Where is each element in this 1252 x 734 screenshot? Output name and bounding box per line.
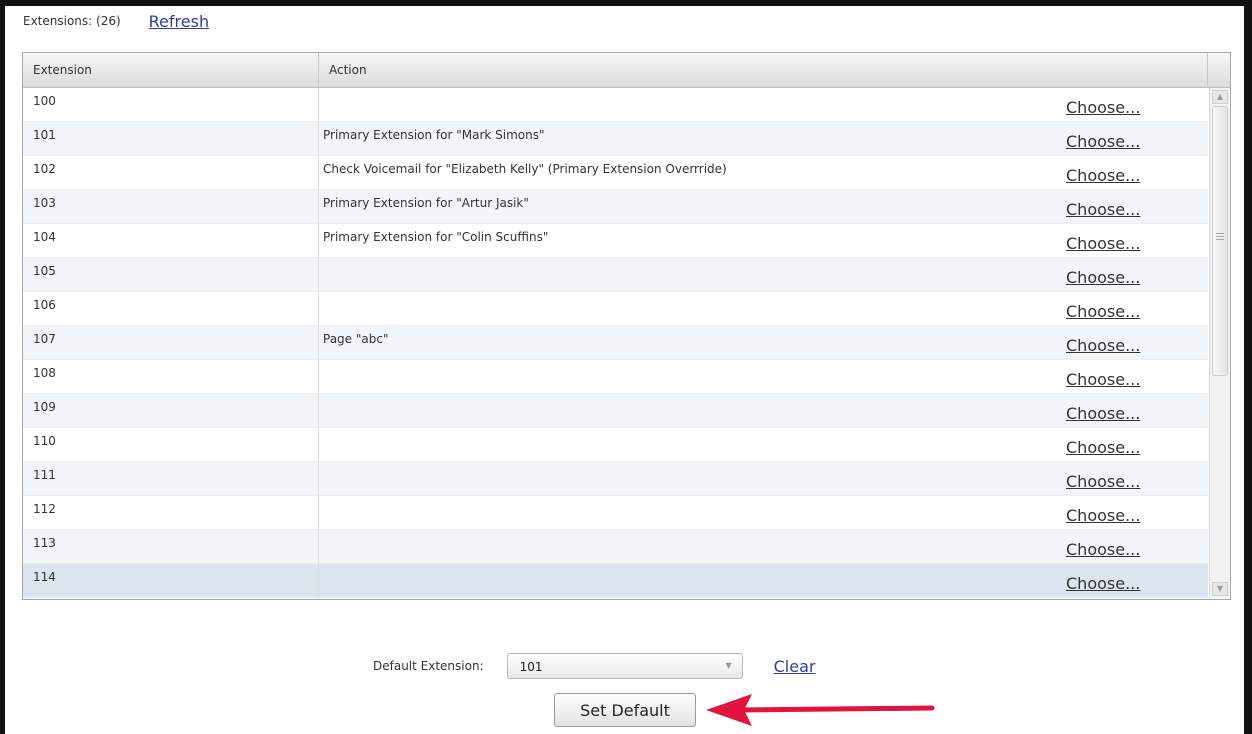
choose-link[interactable]: Choose... [1066, 166, 1140, 185]
chevron-down-icon: ▼ [725, 661, 732, 670]
column-header-extension[interactable]: Extension [23, 53, 319, 87]
extensions-count: Extensions: (26) [23, 14, 121, 28]
table-row[interactable]: 109 Choose... [23, 394, 1208, 428]
top-border [0, 0, 1252, 6]
scrollbar-thumb[interactable] [1212, 106, 1228, 376]
grip-icon [1216, 233, 1224, 234]
choose-link[interactable]: Choose... [1066, 506, 1140, 525]
choose-link[interactable]: Choose... [1066, 268, 1140, 287]
choose-link[interactable]: Choose... [1066, 98, 1140, 117]
clear-link[interactable]: Clear [774, 657, 816, 676]
extension-cell: 114 [23, 564, 319, 598]
choose-link[interactable]: Choose... [1066, 540, 1140, 559]
extensions-header: Extensions: (26) Refresh [23, 10, 209, 32]
table-row[interactable]: 104 Primary Extension for "Colin Scuffins… [23, 224, 1208, 258]
extension-cell: 111 [23, 462, 319, 496]
table-row[interactable]: 112 Choose... [23, 496, 1208, 530]
extension-cell: 107 [23, 326, 319, 360]
extension-cell: 108 [23, 360, 319, 394]
table-row[interactable]: 107 Page "abc" Choose... [23, 326, 1208, 360]
table-row[interactable]: 111 Choose... [23, 462, 1208, 496]
table-row[interactable]: 101 Primary Extension for "Mark Simons" Ch… [23, 122, 1208, 156]
scroll-up-icon[interactable]: ▲ [1212, 90, 1228, 104]
extension-cell: 105 [23, 258, 319, 292]
choose-link[interactable]: Choose... [1066, 336, 1140, 355]
choose-link[interactable]: Choose... [1066, 472, 1140, 491]
choose-link[interactable]: Choose... [1066, 438, 1140, 457]
table-row[interactable]: 108 Choose... [23, 360, 1208, 394]
table-row[interactable]: 106 Choose... [23, 292, 1208, 326]
table-row[interactable]: 100 Choose... [23, 88, 1208, 122]
set-default-button[interactable]: Set Default [554, 693, 696, 727]
extension-cell: 109 [23, 394, 319, 428]
default-extension-select[interactable]: 101 ▼ [506, 653, 743, 679]
extension-cell: 102 [23, 156, 319, 190]
extension-cell: 103 [23, 190, 319, 224]
choose-link[interactable]: Choose... [1066, 200, 1140, 219]
extension-cell: 101 [23, 122, 319, 156]
choose-link[interactable]: Choose... [1066, 234, 1140, 253]
left-border [0, 0, 5, 734]
column-header-action[interactable]: Action [319, 53, 1208, 87]
right-border [1244, 0, 1252, 734]
extension-cell: 106 [23, 292, 319, 326]
choose-link[interactable]: Choose... [1066, 404, 1140, 423]
extension-cell: 113 [23, 530, 319, 564]
extensions-grid: Extension Action 100 Choose... 101 Primary … [22, 52, 1231, 600]
table-row[interactable]: 114 Choose... [23, 564, 1208, 598]
annotation-arrow-icon [706, 694, 935, 726]
extension-cell: 110 [23, 428, 319, 462]
annotation-arrow-shaft [735, 705, 935, 713]
vertical-scrollbar[interactable]: ▲ ▼ [1209, 88, 1230, 598]
choose-link[interactable]: Choose... [1066, 132, 1140, 151]
table-row[interactable]: 102 Check Voicemail for "Elizabeth Kelly"… [23, 156, 1208, 190]
table-row[interactable]: 103 Primary Extension for "Artur Jasik" Ch… [23, 190, 1208, 224]
default-extension-row: Default Extension: 101 ▼ Clear [373, 652, 815, 680]
extension-cell: 100 [23, 88, 319, 122]
default-extension-label: Default Extension: [373, 659, 484, 673]
table-row[interactable]: 110 Choose... [23, 428, 1208, 462]
extension-cell: 112 [23, 496, 319, 530]
choose-link[interactable]: Choose... [1066, 302, 1140, 321]
choose-link[interactable]: Choose... [1066, 370, 1140, 389]
scroll-down-icon[interactable]: ▼ [1212, 582, 1228, 596]
table-row[interactable]: 105 Choose... [23, 258, 1208, 292]
column-header-spacer [1208, 53, 1230, 87]
default-extension-value: 101 [519, 660, 543, 674]
grid-rows: 100 Choose... 101 Primary Extension for "Ma… [23, 88, 1208, 598]
grid-header: Extension Action [23, 53, 1230, 88]
refresh-link[interactable]: Refresh [149, 12, 209, 31]
extension-cell: 104 [23, 224, 319, 258]
choose-link[interactable]: Choose... [1066, 574, 1140, 593]
table-row[interactable]: 113 Choose... [23, 530, 1208, 564]
